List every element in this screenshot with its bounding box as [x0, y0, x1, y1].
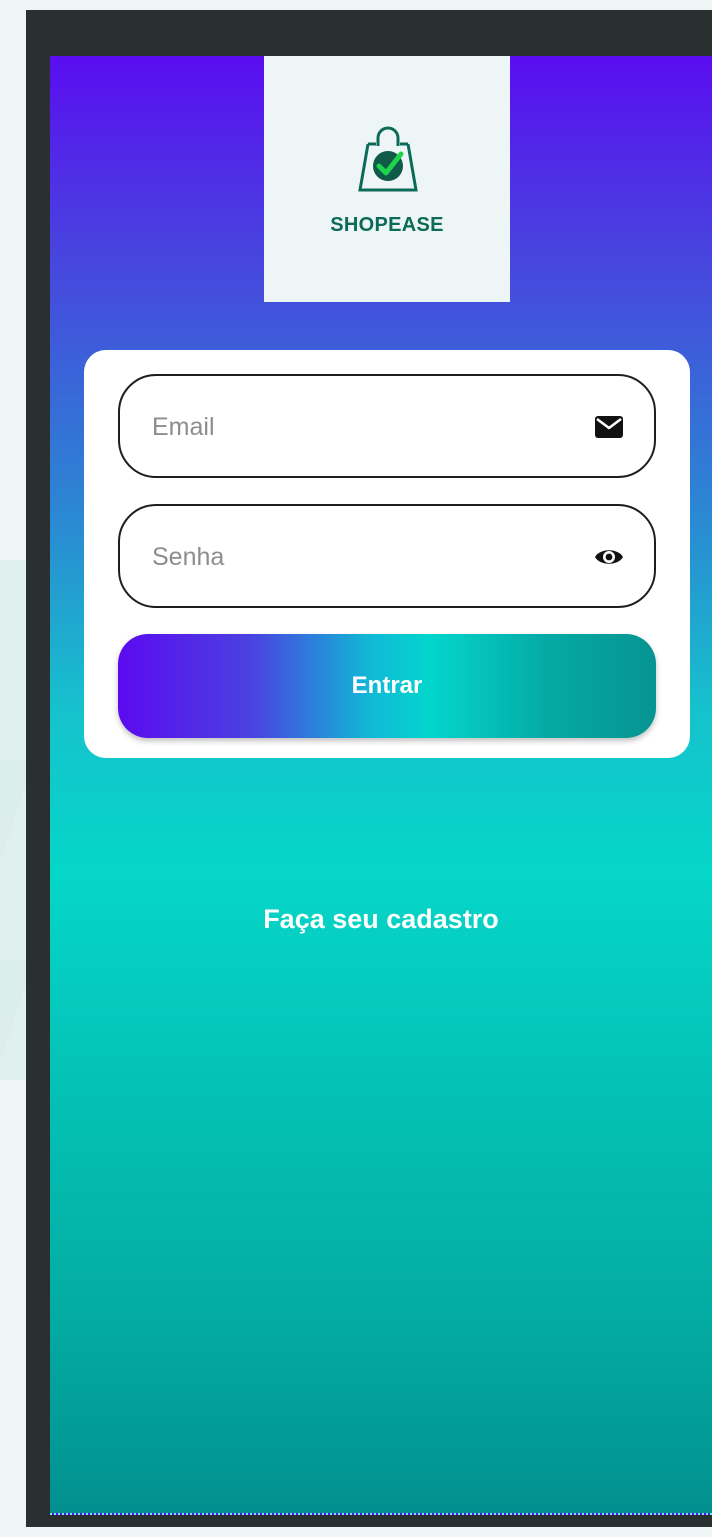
- login-button[interactable]: Entrar: [118, 634, 656, 738]
- password-input[interactable]: [152, 536, 572, 578]
- app-logo: SHOPEASE: [264, 56, 510, 302]
- device-frame: SHOPEASE Entrar Faça seu cadastro: [26, 10, 712, 1527]
- envelope-icon: [595, 416, 623, 438]
- eye-icon[interactable]: [594, 544, 624, 570]
- login-screen: SHOPEASE Entrar Faça seu cadastro: [50, 56, 712, 1515]
- signup-link[interactable]: Faça seu cadastro: [50, 904, 712, 935]
- brand-name: SHOPEASE: [330, 214, 444, 236]
- login-card: Entrar: [84, 350, 690, 758]
- email-field[interactable]: [118, 374, 656, 478]
- email-input[interactable]: [152, 406, 572, 448]
- password-field[interactable]: [118, 504, 656, 608]
- shopping-bag-check-icon: [358, 126, 418, 192]
